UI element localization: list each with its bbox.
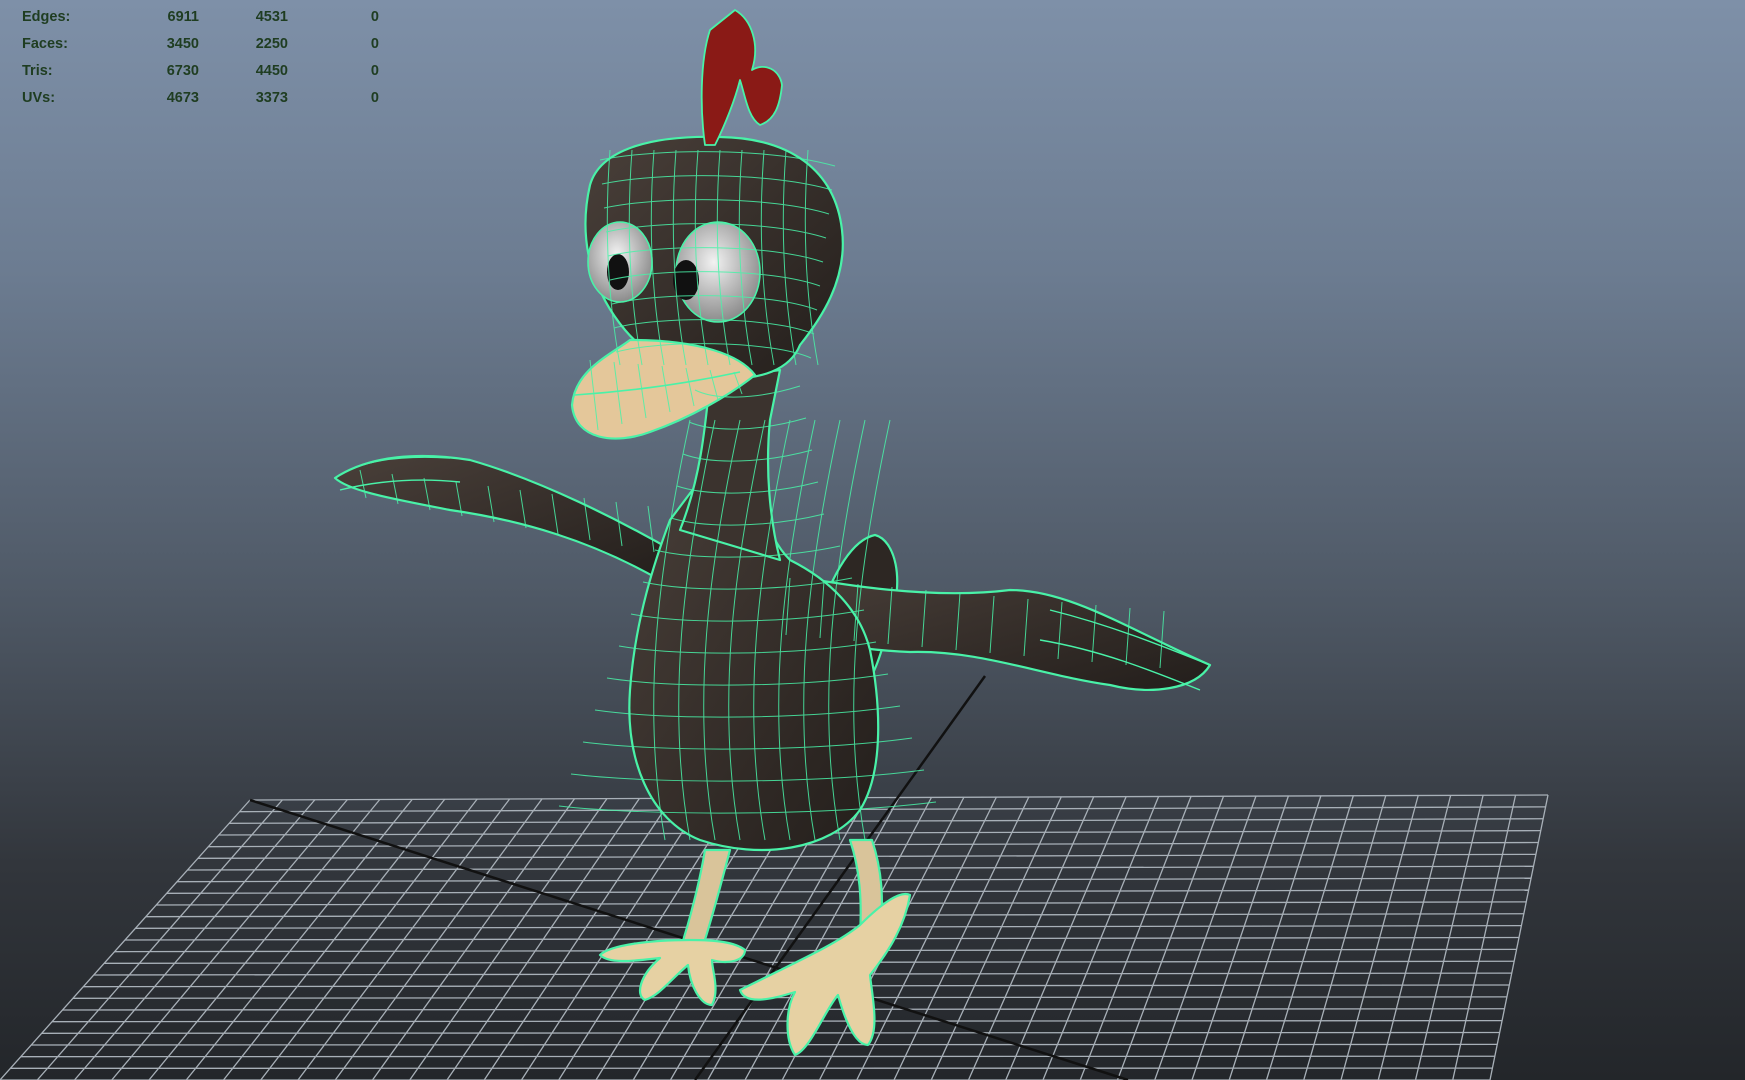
hud-value: 0 [370,36,379,52]
hud-label: Faces: [22,36,68,52]
hud-value: 0 [370,90,379,106]
comb [700,9,783,146]
hud-value: 3450 [166,36,199,52]
heads-up-display-poly-count: Edges: 6911 4531 0 Faces: 3450 2250 0 Tr… [22,4,382,112]
hud-value: 4673 [166,90,199,106]
hud-label: Tris: [22,63,53,79]
hud-value: 0 [370,9,379,25]
hud-value: 6911 [167,9,199,25]
left-wing [333,454,682,582]
hud-label: UVs: [22,90,56,106]
chicken-character-model[interactable] [333,9,1212,1057]
left-pupil [607,254,629,290]
hud-row-tris: Tris: 6730 4450 0 [22,58,382,85]
hud-value: 4450 [255,63,288,79]
hud-value: 2250 [255,36,288,52]
hud-row-edges: Edges: 6911 4531 0 [22,4,382,31]
hud-row-faces: Faces: 3450 2250 0 [22,31,382,58]
perspective-viewport[interactable]: Edges: 6911 4531 0 Faces: 3450 2250 0 Tr… [0,0,1745,1080]
hud-row-uvs: UVs: 4673 3373 0 [22,85,382,112]
hud-label: Edges: [22,9,71,25]
hud-value: 6730 [166,63,199,79]
left-foot [598,938,747,1007]
hud-value: 0 [370,63,379,79]
hud-value: 3373 [255,90,288,106]
scene-canvas[interactable] [0,0,1745,1080]
hud-value: 4531 [255,9,288,25]
